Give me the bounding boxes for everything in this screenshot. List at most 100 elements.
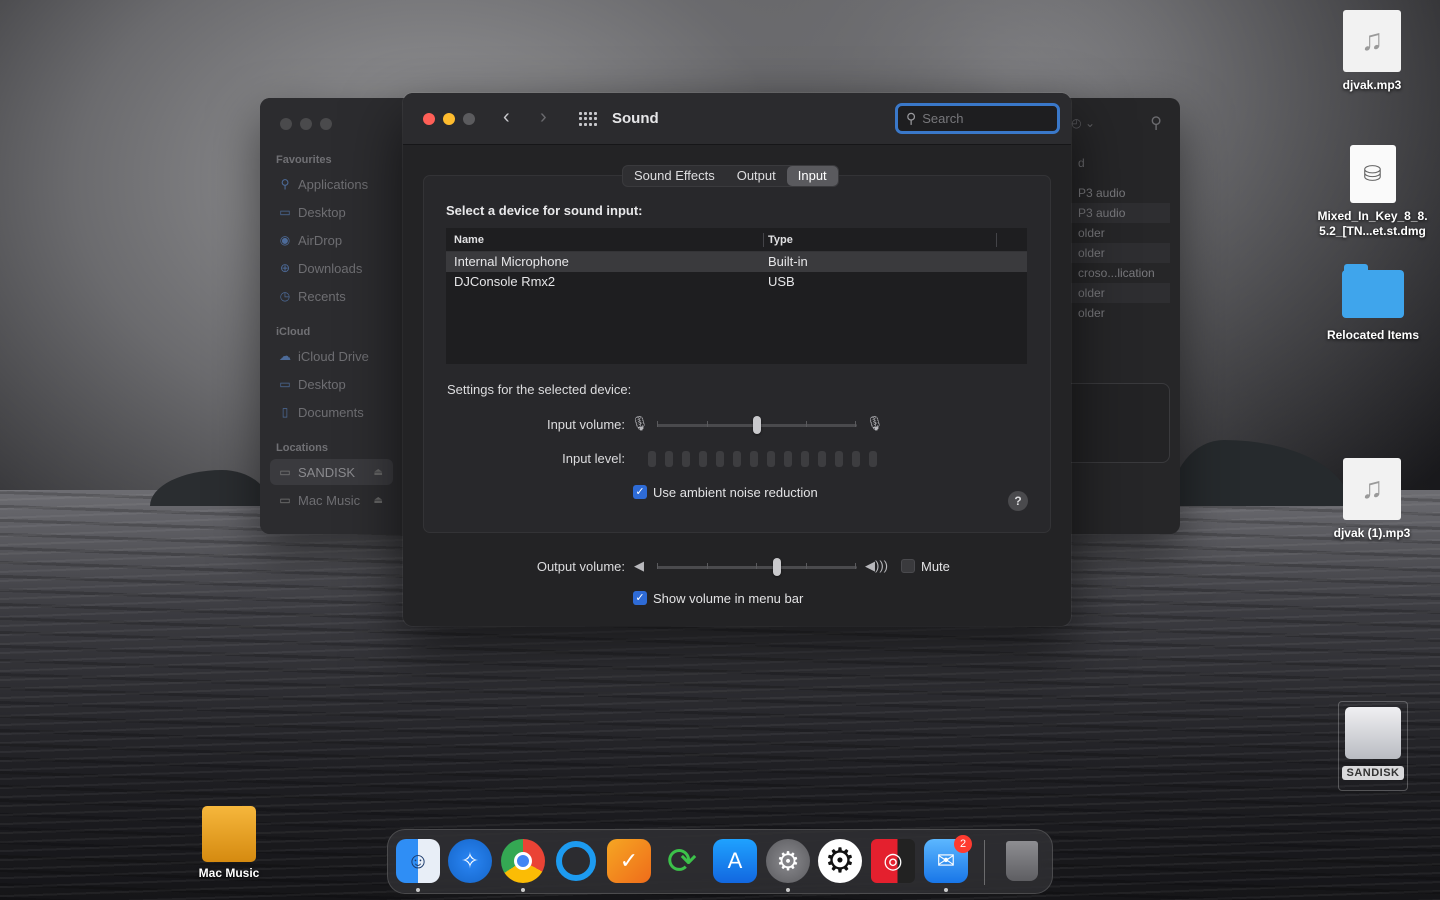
desktop-drive-sandisk[interactable]: SANDISK <box>1338 707 1408 781</box>
output-volume-label: Output volume: <box>536 559 625 574</box>
system-preferences-icon[interactable]: ⚙ <box>766 839 810 883</box>
wallpaper-island-left <box>150 470 270 506</box>
list-item[interactable]: croso...lication <box>1070 263 1170 283</box>
finder-sidebar: Favourites ⚲ Applications ▭ Desktop ◉ AirDr… <box>260 98 405 534</box>
list-item[interactable]: older <box>1070 243 1170 263</box>
device-type: USB <box>768 274 795 289</box>
input-level-meter <box>648 451 877 467</box>
output-volume-knob[interactable] <box>773 558 781 576</box>
table-row[interactable]: DJConsole Rmx2 USB <box>446 272 1027 292</box>
help-button[interactable]: ? <box>1008 491 1028 511</box>
back-chevron-icon[interactable]: ‹ <box>503 106 510 129</box>
sidebar-section-favourites: Favourites <box>276 154 332 166</box>
input-volume-knob[interactable] <box>753 416 761 434</box>
desktop-file-djvak-mp3[interactable]: ♫ djvak.mp3 <box>1322 10 1422 93</box>
finder-traffic-lights <box>280 118 332 130</box>
ambient-noise-checkbox[interactable]: ✓ <box>633 485 647 499</box>
list-item[interactable]: P3 audio <box>1070 203 1170 223</box>
finder-zoom-button[interactable] <box>320 118 332 130</box>
eject-icon[interactable]: ⏏ <box>374 467 383 478</box>
applications-icon: ⚲ <box>280 177 290 191</box>
sidebar-item-recents[interactable]: ◷ Recents <box>270 283 393 309</box>
finder-file-list: d P3 audio P3 audio older older croso...… <box>1070 153 1170 323</box>
finder-minimize-button[interactable] <box>300 118 312 130</box>
mute-label[interactable]: Mute <box>921 559 950 574</box>
finder-view-options-icon[interactable]: ◴ ⌄ <box>1071 116 1095 130</box>
app-store-icon[interactable]: A <box>713 839 757 883</box>
sidebar-item-icloud-drive[interactable]: ☁ iCloud Drive <box>270 343 393 369</box>
sidebar-item-documents[interactable]: ▯ Documents <box>270 399 393 425</box>
show-all-grid-icon[interactable] <box>579 112 597 126</box>
tab-output[interactable]: Output <box>726 166 787 186</box>
drive-icon: ▭ <box>279 493 291 507</box>
taskheat-icon[interactable]: ✓ <box>607 839 651 883</box>
music-file-icon: ♫ <box>1343 10 1401 72</box>
sidebar-item-applications[interactable]: ⚲ Applications <box>270 171 393 197</box>
search-field[interactable]: ⚲ <box>895 103 1060 134</box>
trash-icon[interactable] <box>1000 839 1044 883</box>
disk-image-icon: ⛁ <box>1349 145 1396 203</box>
settings-gear-icon[interactable]: ⚙ <box>818 839 862 883</box>
tab-sound-effects[interactable]: Sound Effects <box>623 166 726 186</box>
chrome-icon[interactable] <box>501 839 545 883</box>
sidebar-item-icloud-desktop[interactable]: ▭ Desktop <box>270 371 393 397</box>
sidebar-section-locations: Locations <box>276 442 328 454</box>
show-volume-checkbox[interactable]: ✓ <box>633 591 647 605</box>
window-title: Sound <box>612 110 659 127</box>
search-input[interactable] <box>922 111 1043 126</box>
cortana-icon[interactable] <box>554 839 598 883</box>
show-volume-label[interactable]: Show volume in menu bar <box>653 591 803 606</box>
recents-icon: ◷ <box>279 289 291 303</box>
device-select-heading: Select a device for sound input: <box>446 203 643 218</box>
cloud-icon: ☁ <box>279 349 291 363</box>
music-downloader-icon[interactable]: ◎ <box>871 839 915 883</box>
sidebar-item-downloads[interactable]: ⊕ Downloads <box>270 255 393 281</box>
desktop-drive-mac-music[interactable]: Mac Music <box>190 806 268 881</box>
sync-icon[interactable]: ⟳ <box>660 839 704 883</box>
mute-checkbox[interactable] <box>901 559 915 573</box>
column-header-type[interactable]: Type <box>768 234 793 246</box>
forward-chevron-icon[interactable]: › <box>540 106 547 129</box>
microphone-high-icon: 🎙︎ <box>866 415 884 431</box>
close-button[interactable] <box>423 113 435 125</box>
microphone-low-icon: 🎙︎ <box>631 415 649 431</box>
dock-separator <box>984 840 985 885</box>
list-item[interactable]: older <box>1070 283 1170 303</box>
tab-input[interactable]: Input <box>786 166 838 186</box>
sidebar-section-icloud: iCloud <box>276 326 311 338</box>
music-file-icon: ♫ <box>1343 458 1401 520</box>
input-volume-label: Input volume: <box>546 417 625 432</box>
list-item[interactable]: older <box>1070 303 1170 323</box>
finder-close-button[interactable] <box>280 118 292 130</box>
list-item[interactable]: older <box>1070 223 1170 243</box>
mail-icon[interactable]: ✉ 2 <box>924 835 972 883</box>
speaker-low-icon: ◀ <box>634 558 644 573</box>
desktop-icon: ▭ <box>279 205 291 219</box>
list-item[interactable]: P3 audio <box>1070 183 1170 203</box>
minimize-button[interactable] <box>443 113 455 125</box>
table-row[interactable]: Internal Microphone Built-in <box>446 252 1027 272</box>
desktop-file-djvak-1-mp3[interactable]: ♫ djvak (1).mp3 <box>1322 458 1422 541</box>
airdrop-icon: ◉ <box>279 233 291 247</box>
ambient-noise-label[interactable]: Use ambient noise reduction <box>653 485 818 500</box>
external-drive-icon <box>1345 707 1401 759</box>
finder-icon[interactable]: ☺ <box>396 839 440 883</box>
sidebar-item-sandisk[interactable]: ▭ SANDISK ⏏ <box>270 459 393 485</box>
document-icon: ▯ <box>281 405 289 419</box>
sidebar-item-desktop[interactable]: ▭ Desktop <box>270 199 393 225</box>
sound-preferences-window: ‹ › Sound ⚲ Sound Effects Output Input S… <box>403 93 1071 626</box>
speaker-high-icon: ◀))) <box>865 558 888 573</box>
sidebar-item-mac-music[interactable]: ▭ Mac Music ⏏ <box>270 487 393 513</box>
column-header-name[interactable]: Name <box>454 234 484 246</box>
desktop-icon: ▭ <box>279 377 291 391</box>
list-column-header[interactable]: d <box>1070 153 1170 173</box>
eject-icon[interactable]: ⏏ <box>374 495 383 506</box>
sidebar-item-airdrop[interactable]: ◉ AirDrop <box>270 227 393 253</box>
dock: ☺ ✧ ✓ ⟳ A ⚙ ⚙ ◎ ✉ 2 <box>387 829 1053 894</box>
desktop-folder-relocated-items[interactable]: Relocated Items <box>1318 264 1428 343</box>
finder-search-icon[interactable]: ⚲ <box>1150 113 1162 133</box>
safari-icon[interactable]: ✧ <box>448 839 492 883</box>
zoom-button[interactable] <box>463 113 475 125</box>
downloads-icon: ⊕ <box>279 261 291 275</box>
desktop-file-dmg[interactable]: ⛁ Mixed_In_Key_8_8. 5.2_[TN...et.st.dmg <box>1310 145 1435 239</box>
